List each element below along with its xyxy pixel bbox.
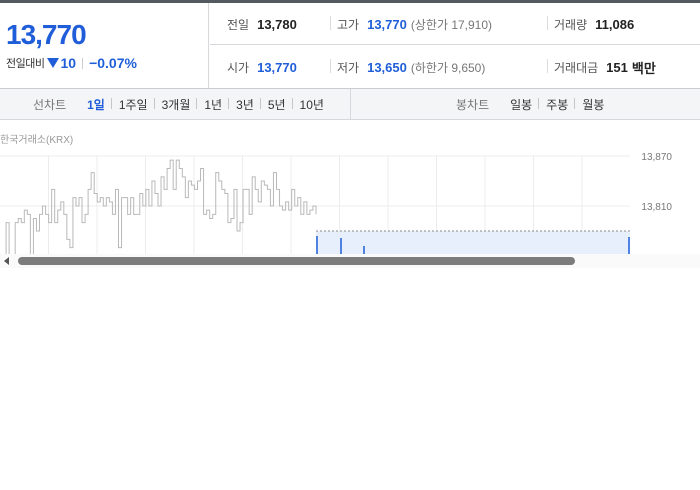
tab-1week[interactable]: 1주일	[110, 96, 155, 113]
prev-close-value: 13,780	[257, 16, 297, 32]
price-change: 전일대비 10 −0.07%	[6, 54, 137, 72]
line-chart-tabs: 선차트 1일 1주일 3개월 1년 3년 5년 10년	[0, 89, 351, 119]
candle-chart-tabs: 봉차트 일봉 주봉 월봉	[352, 89, 700, 119]
volume-label: 거래량	[554, 17, 588, 32]
lower-limit: (하한가 9,650)	[410, 60, 486, 75]
upper-limit-value: 17,910	[451, 17, 489, 32]
low-value: 13,650	[367, 59, 407, 75]
change-value: 10	[60, 55, 77, 71]
lower-limit-label: 하한가	[414, 60, 448, 75]
tab-monthly-candle[interactable]: 월봉	[574, 96, 611, 113]
stat-open: 시가 13,770	[227, 46, 297, 88]
price-chart: 13,87013,81013,740 한국거래소(KRX)	[0, 120, 700, 256]
stock-quote-widget: 13,770 전일대비 10 −0.07% 전일 13,780 고가 13,77…	[0, 0, 700, 490]
stat-amount: 거래대금 151 백만	[547, 46, 656, 88]
stats-row-1: 전일 13,780 고가 13,770 (상한가 17,910) 거래량 11,…	[210, 3, 700, 45]
amount-label: 거래대금	[554, 60, 599, 75]
volume-value: 11,086	[595, 16, 635, 32]
amount-unit: 백만	[631, 60, 656, 76]
open-value: 13,770	[257, 59, 297, 75]
y-tick-label: 13,810	[641, 202, 672, 213]
divider	[82, 57, 84, 69]
prev-close-label: 전일	[227, 17, 250, 32]
price-series-line	[5, 159, 317, 256]
tab-10year[interactable]: 10년	[291, 96, 331, 113]
stat-prev-close: 전일 13,780	[227, 3, 297, 45]
current-price: 13,770	[6, 19, 87, 50]
line-chart-svg: 13,87013,81013,740	[0, 152, 672, 256]
stats-row-2: 시가 13,770 저가 13,650 (하한가 9,650) 거래대금 151…	[210, 46, 700, 88]
current-price-box: 13,770 전일대비 10 −0.07%	[0, 3, 209, 88]
tab-weekly-candle[interactable]: 주봉	[538, 96, 575, 113]
high-label: 고가	[337, 17, 360, 32]
chart-tabs-bar: 선차트 1일 1주일 3개월 1년 3년 5년 10년 봉차트 일봉 주봉 월봉	[0, 89, 700, 120]
upper-limit-label: 상한가	[414, 17, 448, 32]
stat-high: 고가 13,770 (상한가 17,910)	[330, 3, 492, 45]
price-summary: 13,770 전일대비 10 −0.07% 전일 13,780 고가 13,77…	[0, 3, 700, 89]
tab-1year[interactable]: 1년	[196, 96, 229, 113]
change-label: 전일대비	[6, 58, 45, 70]
scrollbar-thumb[interactable]	[18, 257, 575, 265]
scroll-left-arrow-icon[interactable]	[4, 257, 9, 265]
stat-volume: 거래량 11,086	[547, 3, 634, 45]
tab-3month[interactable]: 3개월	[153, 96, 198, 113]
upper-limit: (상한가 17,910)	[410, 17, 493, 32]
tab-daily-candle[interactable]: 일봉	[503, 96, 539, 113]
candle-chart-label: 봉차트	[456, 97, 490, 112]
chart-scrollbar[interactable]	[0, 254, 700, 268]
line-chart-label: 선차트	[33, 97, 67, 112]
stat-low: 저가 13,650 (하한가 9,650)	[330, 46, 485, 88]
high-value: 13,770	[367, 16, 407, 32]
tab-3year[interactable]: 3년	[228, 96, 261, 113]
volume-fill-area	[316, 231, 630, 256]
tab-5year[interactable]: 5년	[259, 96, 293, 113]
tab-1day[interactable]: 1일	[80, 96, 112, 113]
open-label: 시가	[227, 60, 250, 75]
amount-value: 151	[606, 59, 628, 75]
down-arrow-icon	[47, 58, 60, 68]
lower-limit-value: 9,650	[451, 60, 482, 75]
low-label: 저가	[337, 60, 360, 75]
y-tick-label: 13,870	[641, 152, 672, 163]
data-source-label: 한국거래소(KRX)	[0, 135, 74, 146]
change-percent: −0.07%	[89, 55, 137, 71]
